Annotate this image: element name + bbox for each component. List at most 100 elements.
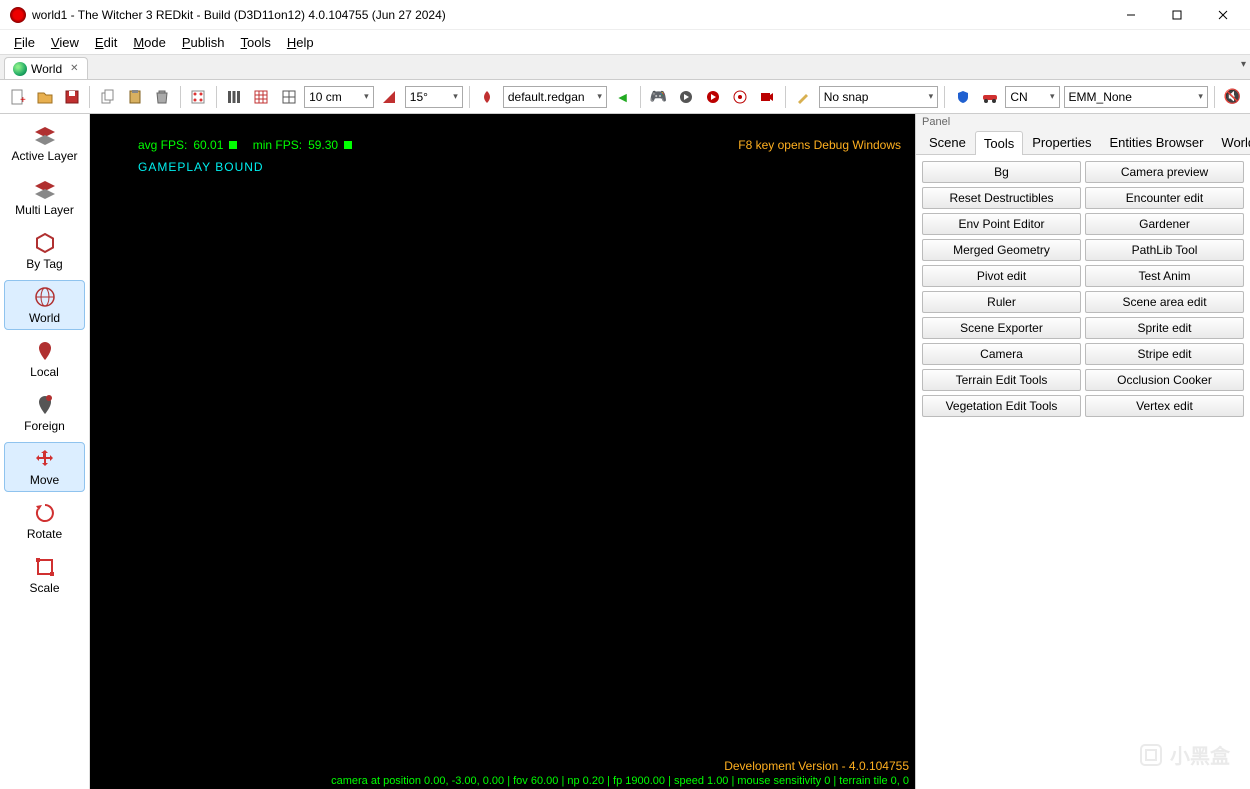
tool-gardener[interactable]: Gardener: [1085, 213, 1244, 235]
tab-close-icon[interactable]: ✕: [70, 63, 78, 74]
hex-icon: [33, 231, 57, 255]
sidebar-label: Multi Layer: [15, 203, 74, 217]
window-controls: [1108, 0, 1246, 30]
tool-scene-exporter[interactable]: Scene Exporter: [922, 317, 1081, 339]
sidebar-world[interactable]: World: [4, 280, 85, 330]
debug-play-button[interactable]: [701, 85, 724, 109]
grid-toggle-button[interactable]: [250, 85, 273, 109]
panel-tab-tools[interactable]: Tools: [975, 131, 1023, 155]
left-sidebar: Active Layer Multi Layer By Tag World Local F…: [0, 114, 90, 789]
menu-mode[interactable]: Mode: [125, 33, 174, 52]
column-layout-button[interactable]: [223, 85, 246, 109]
svg-text:+: +: [20, 95, 26, 105]
tool-encounter-edit[interactable]: Encounter edit: [1085, 187, 1244, 209]
angle-combo[interactable]: 15°▾: [405, 86, 463, 108]
angle-snap-button[interactable]: [378, 85, 401, 109]
minimize-button[interactable]: [1108, 0, 1154, 30]
tool-stripe-edit[interactable]: Stripe edit: [1085, 343, 1244, 365]
menubar: FileViewEditModePublishToolsHelp: [0, 30, 1250, 54]
tool-camera-preview[interactable]: Camera preview: [1085, 161, 1244, 183]
tool-bg[interactable]: Bg: [922, 161, 1081, 183]
sidebar-active-layer[interactable]: Active Layer: [4, 118, 85, 168]
sidebar-label: World: [29, 311, 60, 325]
panel-tab-properties[interactable]: Properties: [1023, 130, 1100, 154]
grid-unit-combo[interactable]: 10 cm▾: [304, 86, 374, 108]
maximize-button[interactable]: [1154, 0, 1200, 30]
tool-sprite-edit[interactable]: Sprite edit: [1085, 317, 1244, 339]
save-button[interactable]: [60, 85, 83, 109]
panel-tab-entities-browser[interactable]: Entities Browser: [1100, 130, 1212, 154]
sidebar-local[interactable]: Local: [4, 334, 85, 384]
tool-scene-area-edit[interactable]: Scene area edit: [1085, 291, 1244, 313]
sidebar-multi-layer[interactable]: Multi Layer: [4, 172, 85, 222]
menu-view[interactable]: View: [43, 33, 87, 52]
sound-button[interactable]: 🔇: [1221, 85, 1244, 109]
camera-status: camera at position 0.00, -3.00, 0.00 | f…: [331, 775, 909, 787]
close-button[interactable]: [1200, 0, 1246, 30]
menu-file[interactable]: File: [6, 33, 43, 52]
tool-reset-destructibles[interactable]: Reset Destructibles: [922, 187, 1081, 209]
tabbar-overflow-icon[interactable]: ▾: [1241, 59, 1246, 70]
menu-help[interactable]: Help: [279, 33, 322, 52]
paste-button[interactable]: [123, 85, 146, 109]
emm-combo[interactable]: EMM_None▾: [1064, 86, 1208, 108]
sidebar-label: Foreign: [24, 419, 65, 433]
titlebar: world1 - The Witcher 3 REDkit - Build (D…: [0, 0, 1250, 30]
pin-icon: [33, 339, 57, 363]
play-button[interactable]: [674, 85, 697, 109]
document-tabbar: World ✕ ▾: [0, 54, 1250, 80]
panel-title: Panel: [916, 114, 1250, 130]
f8-hint: F8 key opens Debug Windows: [738, 138, 901, 152]
tools-grid: BgCamera previewReset DestructiblesEncou…: [916, 155, 1250, 423]
material-combo[interactable]: default.redgan▾: [503, 86, 607, 108]
undo-material-button[interactable]: ◄: [611, 85, 634, 109]
sidebar-rotate[interactable]: Rotate: [4, 496, 85, 546]
region-combo[interactable]: CN▾: [1005, 86, 1059, 108]
tool-pivot-edit[interactable]: Pivot edit: [922, 265, 1081, 287]
sidebar-move[interactable]: Move: [4, 442, 85, 492]
tool-env-point-editor[interactable]: Env Point Editor: [922, 213, 1081, 235]
layers-icon: [33, 123, 57, 147]
tool-pathlib-tool[interactable]: PathLib Tool: [1085, 239, 1244, 261]
panel-tab-scene[interactable]: Scene: [920, 130, 975, 154]
sidebar-by-tag[interactable]: By Tag: [4, 226, 85, 276]
controller-button[interactable]: 🎮: [647, 85, 670, 109]
menu-tools[interactable]: Tools: [233, 33, 279, 52]
right-panel: Panel SceneToolsPropertiesEntities Brows…: [915, 114, 1250, 789]
copy-button[interactable]: [96, 85, 119, 109]
snap-combo[interactable]: No snap▾: [819, 86, 938, 108]
panel-tabs: SceneToolsPropertiesEntities BrowserWorl…: [916, 130, 1250, 155]
target-button[interactable]: [728, 85, 751, 109]
tool-vertex-edit[interactable]: Vertex edit: [1085, 395, 1244, 417]
layers-icon: [33, 177, 57, 201]
open-button[interactable]: [33, 85, 56, 109]
brush-button[interactable]: [792, 85, 815, 109]
tool-vegetation-edit-tools[interactable]: Vegetation Edit Tools: [922, 395, 1081, 417]
sidebar-label: Active Layer: [11, 149, 77, 163]
material-icon[interactable]: [476, 85, 499, 109]
tool-terrain-edit-tools[interactable]: Terrain Edit Tools: [922, 369, 1081, 391]
car-button[interactable]: [978, 85, 1001, 109]
tool-ruler[interactable]: Ruler: [922, 291, 1081, 313]
menu-publish[interactable]: Publish: [174, 33, 233, 52]
camera-button[interactable]: [756, 85, 779, 109]
new-doc-button[interactable]: +: [6, 85, 29, 109]
entity-button[interactable]: [187, 85, 210, 109]
menu-edit[interactable]: Edit: [87, 33, 125, 52]
tool-merged-geometry[interactable]: Merged Geometry: [922, 239, 1081, 261]
tool-camera[interactable]: Camera: [922, 343, 1081, 365]
document-tab-world[interactable]: World ✕: [4, 57, 88, 79]
sidebar-scale[interactable]: Scale: [4, 550, 85, 600]
viewport[interactable]: avg FPS: 60.01 min FPS: 59.30 GAMEPLAY B…: [90, 114, 915, 789]
sidebar-foreign[interactable]: Foreign: [4, 388, 85, 438]
gameplay-bound-label: GAMEPLAY BOUND: [138, 160, 264, 174]
move-icon: [33, 447, 57, 471]
workspace: Active Layer Multi Layer By Tag World Local F…: [0, 114, 1250, 789]
tool-occlusion-cooker[interactable]: Occlusion Cooker: [1085, 369, 1244, 391]
tool-test-anim[interactable]: Test Anim: [1085, 265, 1244, 287]
panel-tab-world[interactable]: World: [1212, 130, 1250, 154]
shield-button[interactable]: [951, 85, 974, 109]
main-toolbar: + 10 cm▾ 15°▾ default.redgan▾ ◄ 🎮 No sna…: [0, 80, 1250, 114]
delete-button[interactable]: [151, 85, 174, 109]
grid-snap-button[interactable]: [277, 85, 300, 109]
